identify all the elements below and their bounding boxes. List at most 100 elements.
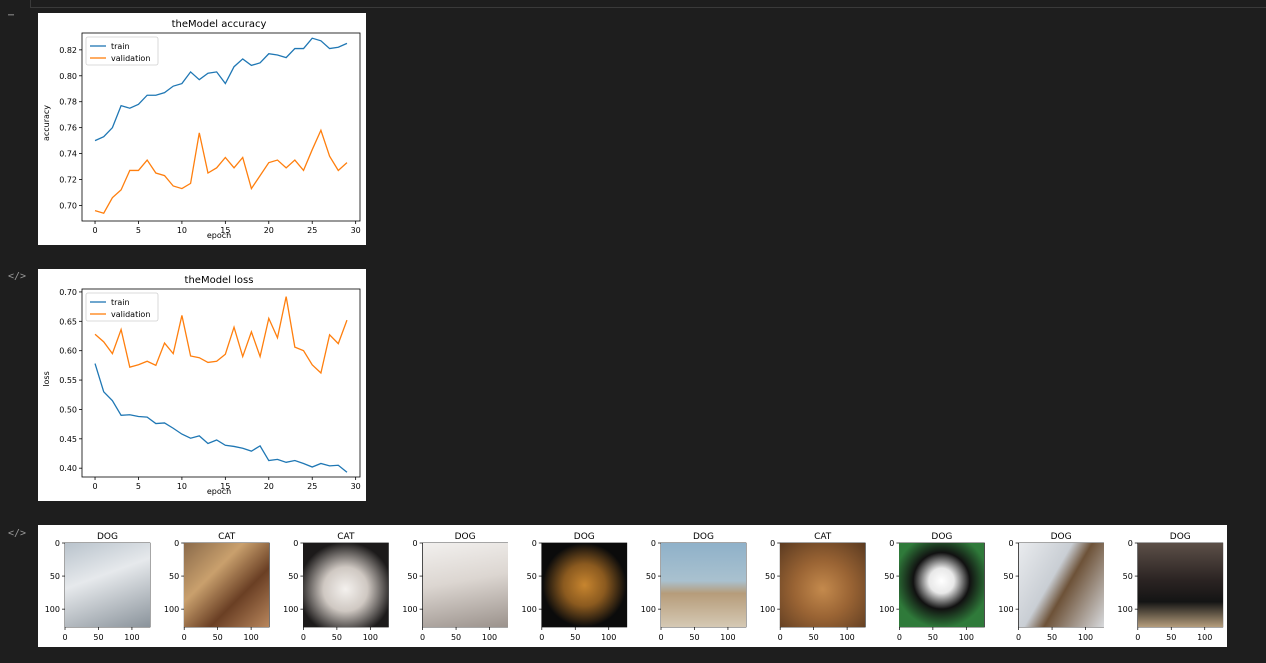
y-tick-label: 0.82 xyxy=(59,46,77,55)
x-tick-label: 20 xyxy=(264,482,274,491)
code-icon[interactable]: </> xyxy=(8,271,26,282)
y-tick-label: 100 xyxy=(522,605,537,614)
code-icon[interactable]: </> xyxy=(8,528,26,539)
y-tick-label: 0 xyxy=(651,539,656,548)
y-tick-label: 100 xyxy=(402,605,417,614)
x-tick-label: 50 xyxy=(213,633,223,642)
x-tick-label: 50 xyxy=(451,633,461,642)
y-tick-label: 0 xyxy=(889,539,894,548)
loss-chart: theModel loss epoch loss 0 5 10 15 20 25 300.4… xyxy=(42,275,361,496)
y-tick-label: 0 xyxy=(55,539,60,548)
x-tick-label: 0 xyxy=(301,633,306,642)
y-tick-label: 100 xyxy=(998,605,1013,614)
x-tick-label: 0 xyxy=(62,633,67,642)
y-tick-label: 0.78 xyxy=(59,98,77,107)
y-tick-label: 100 xyxy=(760,605,775,614)
x-tick-label: 0 xyxy=(778,633,783,642)
legend: train validation xyxy=(85,36,159,66)
y-tick-label: 0.40 xyxy=(59,464,77,473)
prediction-image xyxy=(184,543,270,627)
x-tick-label: 100 xyxy=(720,633,735,642)
prediction-image xyxy=(422,543,508,627)
x-tick-label: 50 xyxy=(1166,633,1176,642)
y-tick-label: 100 xyxy=(45,605,60,614)
prediction-image xyxy=(303,543,389,627)
y-tick-label: 0.70 xyxy=(59,288,77,297)
x-tick-label: 50 xyxy=(93,633,103,642)
x-tick-label: 50 xyxy=(1047,633,1057,642)
y-tick-label: 0.55 xyxy=(59,376,77,385)
y-tick-label: 0 xyxy=(174,539,179,548)
prediction-label: CAT xyxy=(814,532,832,542)
train-series-line xyxy=(94,363,348,473)
x-tick-label: 100 xyxy=(1078,633,1093,642)
prediction-label: DOG xyxy=(931,532,952,542)
y-axis-label: loss xyxy=(42,371,51,386)
prediction-image xyxy=(661,543,746,627)
x-tick-label: 100 xyxy=(1197,633,1212,642)
x-tick-label: 0 xyxy=(92,482,97,491)
loss-chart-output: theModel loss epoch loss 0 5 10 15 20 25 30 0.4… xyxy=(38,269,366,501)
prediction-image xyxy=(1018,543,1104,627)
prediction-label: DOG xyxy=(693,532,714,542)
x-tick-label: 0 xyxy=(1135,633,1140,642)
validation-series-line xyxy=(94,128,348,214)
x-tick-label: 25 xyxy=(307,226,317,235)
legend-label: validation xyxy=(111,54,150,63)
y-tick-label: 0.50 xyxy=(59,405,77,414)
x-tick-label: 50 xyxy=(570,633,580,642)
x-tick-label: 0 xyxy=(658,633,663,642)
y-tick-label: 0 xyxy=(293,539,298,548)
y-tick-label: 0 xyxy=(532,539,537,548)
x-tick-label: 50 xyxy=(928,633,938,642)
x-tick-label: 0 xyxy=(1016,633,1021,642)
x-tick-label: 100 xyxy=(124,633,139,642)
y-tick-label: 50 xyxy=(527,572,537,581)
more-icon[interactable]: ⋯ xyxy=(8,10,14,21)
y-tick-label: 50 xyxy=(407,572,417,581)
x-tick-label: 15 xyxy=(220,226,230,235)
y-tick-label: 0.80 xyxy=(59,72,77,81)
legend-label: validation xyxy=(111,310,150,319)
legend: train validation xyxy=(85,292,159,322)
y-tick-label: 0.70 xyxy=(59,201,77,210)
prediction-label: DOG xyxy=(1170,532,1191,542)
y-tick-label: 50 xyxy=(646,572,656,581)
prediction-label: DOG xyxy=(455,532,476,542)
accuracy-chart-output: theModel accuracy epoch accuracy 0 5 10 15 2… xyxy=(38,13,366,245)
y-tick-label: 50 xyxy=(288,572,298,581)
x-tick-label: 10 xyxy=(177,226,187,235)
prediction-label: CAT xyxy=(337,532,355,542)
cell-top-border xyxy=(30,0,1266,8)
chart-title: theModel loss xyxy=(185,275,254,286)
y-tick-label: 0.76 xyxy=(59,124,77,133)
y-tick-label: 0 xyxy=(770,539,775,548)
x-tick-label: 0 xyxy=(420,633,425,642)
y-tick-label: 0 xyxy=(1128,539,1133,548)
prediction-image xyxy=(780,543,866,627)
prediction-label: DOG xyxy=(97,532,118,542)
accuracy-chart: theModel accuracy epoch accuracy 0 5 10 15 2… xyxy=(42,19,361,240)
chart-title: theModel accuracy xyxy=(172,19,267,30)
x-tick-label: 30 xyxy=(351,226,361,235)
x-tick-label: 20 xyxy=(264,226,274,235)
x-tick-label: 50 xyxy=(689,633,699,642)
y-tick-label: 50 xyxy=(765,572,775,581)
x-tick-label: 100 xyxy=(601,633,616,642)
x-tick-label: 0 xyxy=(92,226,97,235)
y-tick-label: 100 xyxy=(164,605,179,614)
legend-label: train xyxy=(111,42,130,51)
x-tick-label: 5 xyxy=(136,226,141,235)
prediction-label: CAT xyxy=(218,532,236,542)
x-tick-label: 0 xyxy=(897,633,902,642)
x-tick-label: 0 xyxy=(182,633,187,642)
y-tick-label: 100 xyxy=(283,605,298,614)
prediction-label: DOG xyxy=(574,532,595,542)
x-tick-label: 100 xyxy=(243,633,258,642)
y-tick-label: 50 xyxy=(1003,572,1013,581)
y-tick-label: 0 xyxy=(413,539,418,548)
y-tick-label: 0 xyxy=(1009,539,1014,548)
prediction-label: DOG xyxy=(1051,532,1072,542)
x-tick-label: 50 xyxy=(332,633,342,642)
y-tick-label: 100 xyxy=(879,605,894,614)
